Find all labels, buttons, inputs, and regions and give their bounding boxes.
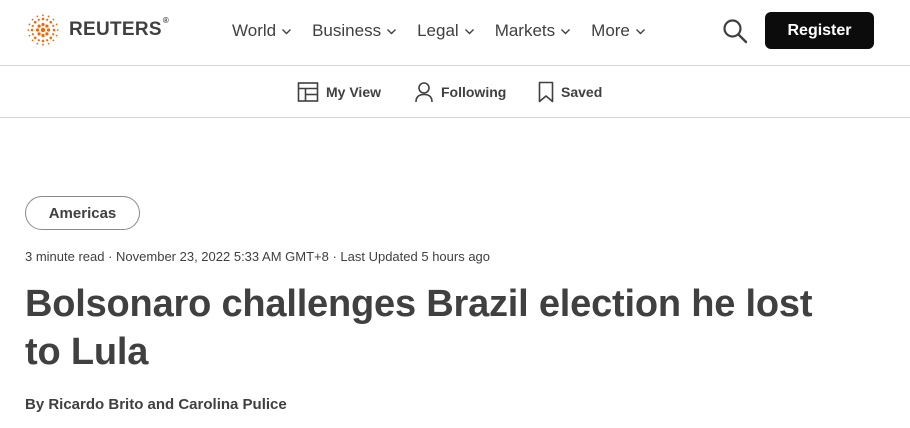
nav-item-business[interactable]: Business (312, 19, 397, 43)
following-link[interactable]: Following (414, 79, 506, 105)
layout-icon (297, 82, 319, 102)
personal-nav-bar: My View Following Saved (0, 66, 910, 118)
reuters-wordmark: REUTERS® (69, 16, 170, 41)
nav-item-label: World (232, 21, 277, 40)
search-icon[interactable] (722, 18, 748, 44)
nav-item-label: More (591, 21, 630, 40)
article-headline: Bolsonaro challenges Brazil election he … (25, 283, 813, 373)
reuters-logo-icon (27, 14, 59, 46)
chevron-down-icon (561, 28, 571, 34)
nav-item-label: Business (312, 21, 382, 40)
chevron-down-icon (387, 28, 397, 34)
my-view-link[interactable]: My View (297, 79, 381, 105)
saved-label: Saved (561, 84, 603, 100)
registered-mark: ® (162, 16, 170, 25)
register-button[interactable]: Register (765, 12, 874, 49)
nav-item-world[interactable]: World (232, 19, 292, 43)
brand-name: REUTERS (69, 19, 162, 40)
saved-link[interactable]: Saved (538, 79, 602, 105)
nav-item-legal[interactable]: Legal (417, 19, 475, 43)
bookmark-icon (538, 81, 554, 103)
top-navigation-bar: REUTERS® World Business Legal Markets Mo… (0, 0, 910, 66)
chevron-down-icon (282, 28, 292, 34)
article-meta: 3 minute read · November 23, 2022 5:33 A… (25, 249, 491, 264)
section-tag-americas[interactable]: Americas (25, 196, 140, 230)
chevron-down-icon (635, 28, 645, 34)
main-nav: World Business Legal Markets More (232, 19, 666, 43)
my-view-label: My View (326, 84, 381, 100)
nav-item-label: Legal (417, 21, 459, 40)
nav-item-markets[interactable]: Markets (495, 19, 571, 43)
article-byline[interactable]: By Ricardo Brito and Carolina Pulice (25, 396, 287, 413)
person-icon (415, 82, 433, 103)
chevron-down-icon (464, 28, 474, 34)
reuters-logo[interactable]: REUTERS® (25, 14, 169, 46)
following-label: Following (441, 84, 507, 100)
nav-item-label: Markets (494, 21, 556, 40)
nav-item-more[interactable]: More (591, 19, 646, 43)
